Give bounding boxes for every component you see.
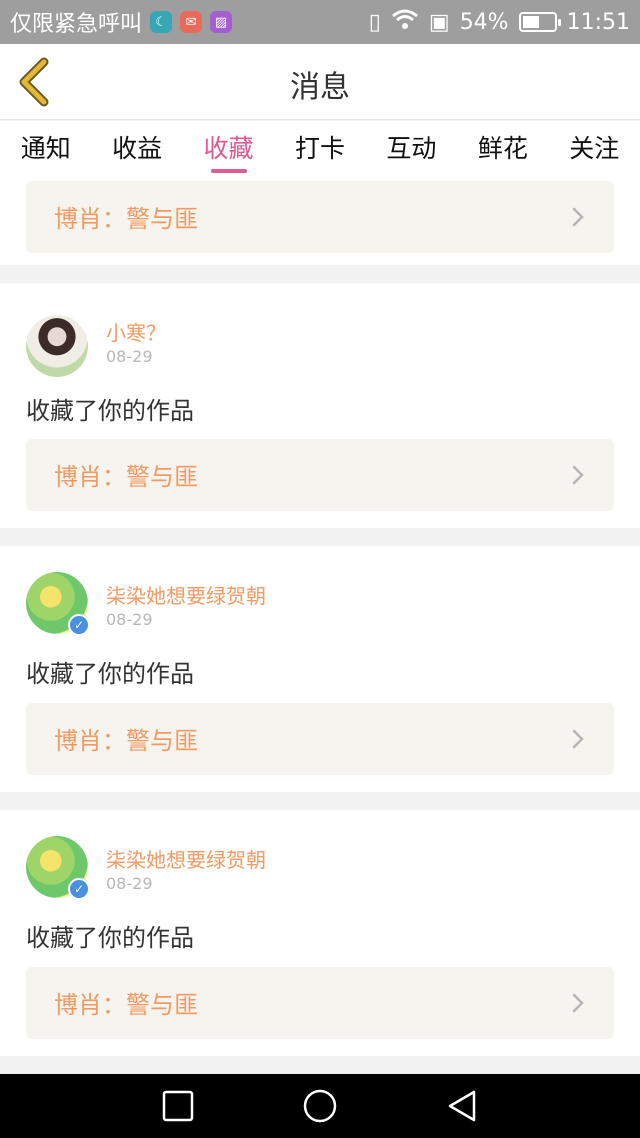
battery-percent: 54% — [459, 9, 509, 35]
gallery-app-icon: ▨ — [210, 11, 233, 33]
carrier-text: 仅限紧急呼叫 — [10, 12, 143, 37]
work-link[interactable]: 博肖：警与匪 — [26, 181, 614, 253]
battery-icon — [518, 12, 561, 32]
chevron-right-icon — [572, 993, 584, 1013]
message-feed[interactable]: 博肖：警与匪 小寒？ 08-29 收藏了你的作品 博肖：警与匪 ✓ 柒染她想要绿… — [0, 181, 640, 1074]
avatar[interactable] — [26, 315, 88, 377]
moon-app-icon: ☾ — [150, 11, 173, 33]
battery-level-fill — [522, 16, 539, 28]
tab-favorites[interactable]: 收藏 — [183, 121, 274, 181]
avatar[interactable]: ✓ — [26, 836, 90, 900]
message-date: 08-29 — [106, 347, 153, 366]
message-date: 08-29 — [106, 874, 153, 893]
work-link[interactable]: 博肖：警与匪 — [26, 967, 614, 1039]
work-link[interactable]: 博肖：警与匪 — [26, 439, 614, 511]
tab-follow[interactable]: 关注 — [549, 121, 640, 181]
tab-earnings[interactable]: 收益 — [91, 121, 182, 181]
tab-interaction[interactable]: 互动 — [366, 121, 457, 181]
status-bar: 仅限紧急呼叫 ☾ ✉ ▨ ▯ ▣ 54% 11:51 — [0, 0, 640, 44]
message-card: 博肖：警与匪 — [0, 181, 640, 265]
tab-checkin[interactable]: 打卡 — [274, 121, 365, 181]
work-title: 博肖：警与匪 — [54, 991, 198, 1019]
work-title: 博肖：警与匪 — [54, 463, 198, 491]
clock: 11:51 — [566, 9, 630, 35]
action-text: 收藏了你的作品 — [26, 660, 194, 688]
work-link[interactable]: 博肖：警与匪 — [26, 703, 614, 775]
tab-notice[interactable]: 通知 — [0, 121, 91, 181]
vibrate-icon: ▯ — [368, 9, 381, 35]
system-nav-bar — [0, 1074, 640, 1138]
message-date: 08-29 — [106, 610, 153, 629]
action-text: 收藏了你的作品 — [26, 924, 194, 952]
message-card: 小寒？ 08-29 收藏了你的作品 博肖：警与匪 — [0, 283, 640, 528]
page-title: 消息 — [290, 70, 350, 105]
chevron-right-icon — [572, 465, 584, 485]
tab-flowers[interactable]: 鲜花 — [457, 121, 548, 181]
avatar[interactable]: ✓ — [26, 572, 90, 636]
verified-badge-icon: ✓ — [68, 878, 90, 900]
verified-badge-icon: ✓ — [68, 614, 90, 636]
message-card: ✓ 柒染她想要绿贺朝 08-29 收藏了你的作品 博肖：警与匪 — [0, 546, 640, 792]
work-title: 博肖：警与匪 — [54, 727, 198, 755]
action-text: 收藏了你的作品 — [26, 397, 194, 425]
sim-icon: ▣ — [428, 9, 450, 35]
back-nav-button[interactable] — [444, 1088, 480, 1124]
chevron-right-icon — [572, 729, 584, 749]
chevron-right-icon — [572, 207, 584, 227]
username[interactable]: 柒染她想要绿贺朝 — [106, 844, 266, 873]
work-title: 博肖：警与匪 — [54, 205, 198, 233]
recent-apps-button[interactable] — [160, 1088, 196, 1124]
tab-bar: 通知 收益 收藏 打卡 互动 鲜花 关注 — [0, 121, 640, 181]
message-card: ✓ 柒染她想要绿贺朝 08-29 收藏了你的作品 博肖：警与匪 — [0, 810, 640, 1056]
wifi-icon — [391, 8, 419, 36]
username[interactable]: 小寒？ — [106, 317, 166, 346]
home-button[interactable] — [302, 1088, 338, 1124]
top-bar: 消息 — [0, 44, 640, 120]
username[interactable]: 柒染她想要绿贺朝 — [106, 580, 266, 609]
mail-app-icon: ✉ — [180, 11, 203, 33]
